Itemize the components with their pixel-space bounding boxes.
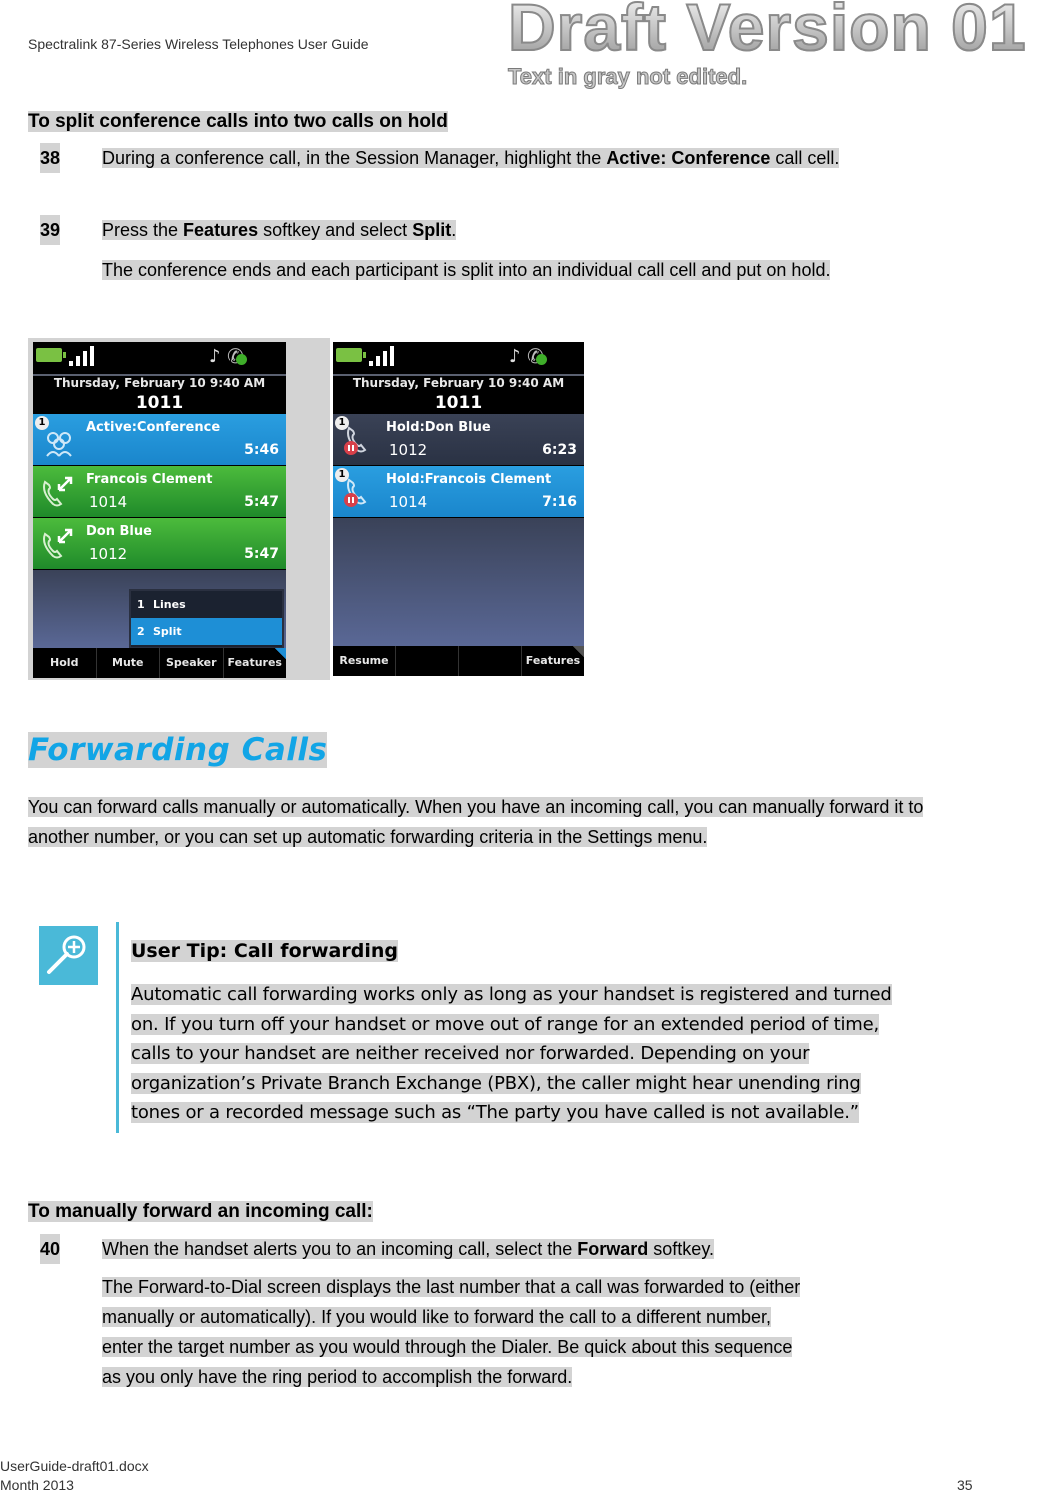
call-duration: 5:46 — [244, 442, 279, 458]
battery-icon — [36, 348, 66, 362]
call-label: Hold:Don Blue — [386, 420, 491, 435]
magnifier-plus-icon — [39, 926, 98, 985]
softkey-bar: Hold Mute Speaker Features — [33, 648, 286, 678]
call-cell-hold-francois-clement[interactable]: 1 Hold:Francois Clement 1014 7:16 — [333, 466, 584, 517]
call-duration: 7:16 — [542, 494, 577, 510]
call-label: Don Blue — [86, 524, 152, 539]
call-number: 1014 — [389, 493, 428, 511]
footer-filename: UserGuide-draft01.docx — [0, 1458, 149, 1474]
step-text: When the handset alerts you to an incomi… — [102, 1239, 714, 1259]
date-time: Thursday, February 10 9:40 AM — [352, 376, 565, 390]
phone-screen-before-split: ♪ ✆ Thursday, February 10 9:40 AM 1011 1… — [33, 342, 286, 678]
line-badge: 1 — [335, 416, 349, 430]
transfer-call-icon — [43, 476, 73, 507]
line-badge: 1 — [35, 416, 49, 430]
procedure-title: To manually forward an incoming call: — [28, 1201, 373, 1222]
draft-watermark: Draft Version 01 — [507, 0, 1027, 61]
call-cell-don-blue[interactable]: Don Blue 1012 5:47 — [33, 518, 286, 569]
call-number: 1012 — [389, 441, 428, 459]
procedure-title: To split conference calls into two calls… — [28, 111, 448, 132]
step-number: 38 — [40, 143, 61, 173]
step-text: During a conference call, in the Session… — [102, 148, 840, 168]
registration-icon: ✆ — [227, 344, 247, 368]
call-cell-hold-don-blue[interactable]: 1 Hold:Don Blue 1012 6:23 — [333, 414, 584, 465]
call-label: Active:Conference — [86, 420, 221, 435]
call-duration: 6:23 — [542, 442, 577, 458]
softkey-features[interactable]: Features — [222, 648, 286, 678]
transfer-call-icon — [43, 528, 73, 559]
softkey-empty-3 — [458, 646, 521, 676]
call-number: 1014 — [89, 493, 128, 511]
call-cell-active-conference[interactable]: 1 Active:Conference 5:46 — [33, 414, 286, 465]
softkey-empty-2 — [395, 646, 458, 676]
page-number: 35 — [957, 1477, 973, 1493]
registration-icon: ✆ — [527, 344, 547, 368]
softkey-hold[interactable]: Hold — [33, 648, 96, 678]
step-number: 39 — [40, 215, 61, 245]
ringer-icon: ♪ — [509, 346, 521, 367]
softkey-mute[interactable]: Mute — [95, 648, 160, 678]
softkey-resume[interactable]: Resume — [333, 646, 395, 676]
call-label: Hold:Francois Clement — [386, 472, 552, 487]
call-label: Francois Clement — [86, 472, 213, 487]
status-bar: ♪ ✆ — [333, 342, 584, 376]
menu-item-split[interactable]: 2 Split — [131, 618, 282, 645]
call-duration: 5:47 — [244, 494, 279, 510]
ringer-icon: ♪ — [209, 346, 221, 367]
extension: 1011 — [135, 393, 184, 413]
document-title: Spectralink 87-Series Wireless Telephone… — [28, 36, 369, 52]
idle-background — [333, 518, 584, 646]
tip-divider — [116, 922, 119, 1133]
call-number: 1012 — [89, 545, 128, 563]
section-intro: You can forward calls manually or automa… — [28, 797, 924, 847]
date-time: Thursday, February 10 9:40 AM — [53, 376, 266, 390]
draft-watermark-note: Text in gray not edited. — [507, 64, 748, 90]
phone-screen-after-split: ♪ ✆ Thursday, February 10 9:40 AM 1011 1… — [333, 342, 584, 676]
softkey-bar: Resume Features — [333, 646, 584, 676]
step-number: 40 — [40, 1234, 61, 1264]
section-heading: Forwarding Calls — [28, 732, 328, 768]
status-bar: ♪ ✆ — [33, 342, 286, 376]
extension: 1011 — [434, 393, 483, 413]
softkey-speaker[interactable]: Speaker — [159, 648, 223, 678]
signal-icon — [69, 346, 97, 366]
battery-icon — [336, 348, 366, 362]
call-duration: 5:47 — [244, 546, 279, 562]
footer-date: Month 2013 — [0, 1477, 74, 1493]
softkey-features[interactable]: Features — [521, 646, 584, 676]
menu-item-lines[interactable]: 1 Lines — [131, 591, 282, 618]
signal-icon — [369, 346, 397, 366]
call-cell-francois-clement[interactable]: Francois Clement 1014 5:47 — [33, 466, 286, 517]
tip-body: Automatic call forwarding works only as … — [131, 984, 892, 1123]
tip-title: User Tip: Call forwarding — [131, 940, 398, 962]
features-menu: 1 Lines 2 Split — [129, 589, 284, 649]
line-badge: 1 — [335, 468, 349, 482]
step-text: Press the Features softkey and select Sp… — [102, 220, 457, 240]
